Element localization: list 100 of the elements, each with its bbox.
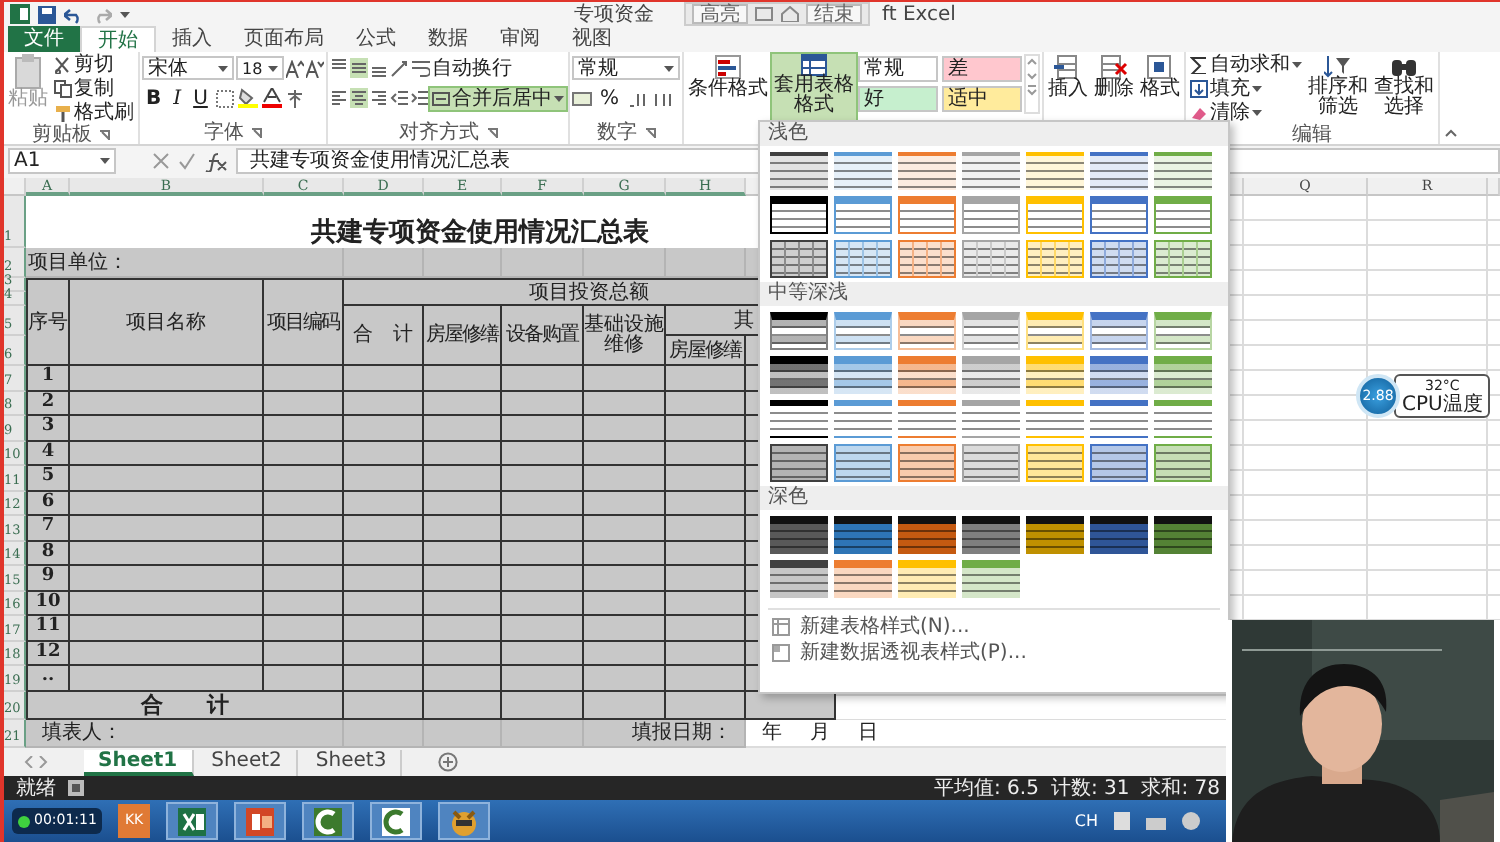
name-box[interactable]: A1 [8, 148, 116, 174]
ribbon-tab[interactable]: 开始 [80, 26, 156, 52]
table-style-swatch[interactable] [898, 240, 956, 278]
frame-icon[interactable] [754, 6, 774, 22]
table-style-swatch[interactable] [1154, 356, 1212, 394]
font-family-dropdown[interactable]: 宋体 [142, 56, 234, 80]
table-style-swatch[interactable] [770, 560, 828, 598]
underline-button[interactable]: U [189, 86, 212, 110]
taskbar-button[interactable] [165, 802, 218, 840]
scroll-up-icon[interactable] [1026, 56, 1038, 68]
add-sheet-icon[interactable] [438, 752, 459, 772]
table-style-swatch[interactable] [770, 152, 828, 190]
cell-style[interactable]: 差 [942, 56, 1022, 82]
table-style-swatch[interactable] [834, 444, 892, 482]
home-icon[interactable] [780, 6, 800, 22]
table-style-swatch[interactable] [1090, 444, 1148, 482]
borders-icon[interactable] [215, 89, 234, 107]
table-style-swatch[interactable] [1154, 152, 1212, 190]
ribbon-tab[interactable]: 插入 [156, 26, 228, 52]
shrink-font-icon[interactable] [306, 59, 324, 77]
autosum-button[interactable]: 自动求和 [1188, 54, 1304, 76]
table-style-swatch[interactable] [962, 196, 1020, 234]
table-style-swatch[interactable] [962, 516, 1020, 554]
fill-color-icon[interactable] [237, 88, 258, 108]
table-style-swatch[interactable] [898, 152, 956, 190]
menu-item[interactable]: 新建数据透视表样式(P)... [760, 640, 1228, 666]
cell-style[interactable]: 适中 [942, 86, 1022, 112]
orientation-icon[interactable] [390, 58, 408, 78]
macro-record-icon[interactable] [68, 780, 84, 796]
ribbon-tab[interactable]: 审阅 [484, 26, 556, 52]
table-style-swatch[interactable] [962, 312, 1020, 350]
ribbon-tab[interactable]: 页面布局 [228, 26, 340, 52]
ribbon-tab[interactable]: 视图 [556, 26, 628, 52]
table-style-swatch[interactable] [898, 444, 956, 482]
format-painter-button[interactable]: 格式刷 [52, 102, 136, 124]
align-middle-icon[interactable] [350, 58, 368, 78]
table-style-swatch[interactable] [1090, 152, 1148, 190]
table-style-swatch[interactable] [770, 516, 828, 554]
conditional-format-button[interactable]: 条件格式 [686, 54, 770, 122]
align-left-icon[interactable] [330, 88, 348, 108]
table-style-swatch[interactable] [1026, 516, 1084, 554]
align-center-icon[interactable] [350, 88, 368, 108]
caret-icon[interactable] [120, 11, 130, 17]
scroll-down-icon[interactable] [1026, 70, 1038, 82]
table-style-swatch[interactable] [1154, 240, 1212, 278]
number-format-dropdown[interactable]: 常规 [572, 56, 680, 80]
dialog-launcher-icon[interactable] [645, 128, 655, 138]
table-style-swatch[interactable] [962, 152, 1020, 190]
find-select-button[interactable]: 查找和选择 [1372, 54, 1436, 124]
dialog-launcher-icon[interactable] [487, 128, 497, 138]
table-style-swatch[interactable] [1154, 312, 1212, 350]
cancel-icon[interactable] [152, 152, 170, 170]
table-style-swatch[interactable] [834, 560, 892, 598]
table-style-swatch[interactable] [1090, 196, 1148, 234]
table-style-swatch[interactable] [834, 312, 892, 350]
currency-icon[interactable] [572, 89, 592, 107]
redo-icon[interactable] [92, 5, 112, 23]
decrease-decimal-icon[interactable] [627, 89, 648, 107]
menu-item[interactable]: 新建表格样式(N)... [760, 614, 1228, 640]
table-style-swatch[interactable] [898, 196, 956, 234]
table-style-swatch[interactable] [770, 240, 828, 278]
ribbon-tab[interactable]: 数据 [412, 26, 484, 52]
format-as-table-button[interactable]: 套用表格格式 [772, 54, 856, 122]
table-style-swatch[interactable] [898, 516, 956, 554]
sheet-tab[interactable]: Sheet1 [84, 749, 194, 775]
increase-indent-icon[interactable] [410, 88, 428, 108]
increase-decimal-icon[interactable] [651, 89, 672, 107]
table-style-swatch[interactable] [834, 196, 892, 234]
cut-button[interactable]: 剪切 [52, 54, 136, 76]
table-style-swatch[interactable] [1090, 312, 1148, 350]
decrease-indent-icon[interactable] [390, 88, 408, 108]
table-style-swatch[interactable] [770, 444, 828, 482]
cell-button[interactable]: 插入 [1046, 54, 1090, 122]
table-style-swatch[interactable] [834, 240, 892, 278]
table-style-swatch[interactable] [1090, 516, 1148, 554]
network-icon[interactable] [1146, 813, 1166, 829]
cell-button[interactable]: 格式 [1138, 54, 1182, 122]
undo-icon[interactable] [64, 5, 84, 23]
cell-style[interactable]: 好 [858, 86, 938, 112]
ribbon-tab[interactable]: 公式 [340, 26, 412, 52]
font-size-dropdown[interactable]: 18 [236, 56, 284, 80]
table-style-swatch[interactable] [1090, 240, 1148, 278]
table-style-swatch[interactable] [1154, 444, 1212, 482]
dialog-launcher-icon[interactable] [100, 130, 110, 140]
ribbon-tab[interactable]: 文件 [8, 26, 80, 52]
highlight-button[interactable]: 高亮 [692, 4, 748, 24]
cell-button[interactable]: 删除 [1092, 54, 1136, 122]
input-language[interactable]: CH [1074, 810, 1098, 832]
merge-center-button[interactable]: 合并后居中 [430, 87, 566, 109]
font-color-icon[interactable] [261, 88, 282, 108]
clear-button[interactable]: 清除 [1188, 102, 1304, 124]
table-style-swatch[interactable] [962, 356, 1020, 394]
italic-button[interactable]: I [169, 86, 186, 110]
volume-icon[interactable] [1182, 812, 1200, 830]
fill-button[interactable]: 填充 [1188, 78, 1304, 100]
taskbar-button[interactable] [301, 802, 354, 840]
table-style-swatch[interactable] [898, 312, 956, 350]
table-style-swatch[interactable] [962, 560, 1020, 598]
taskbar-button[interactable] [233, 802, 286, 840]
table-style-swatch[interactable] [770, 196, 828, 234]
